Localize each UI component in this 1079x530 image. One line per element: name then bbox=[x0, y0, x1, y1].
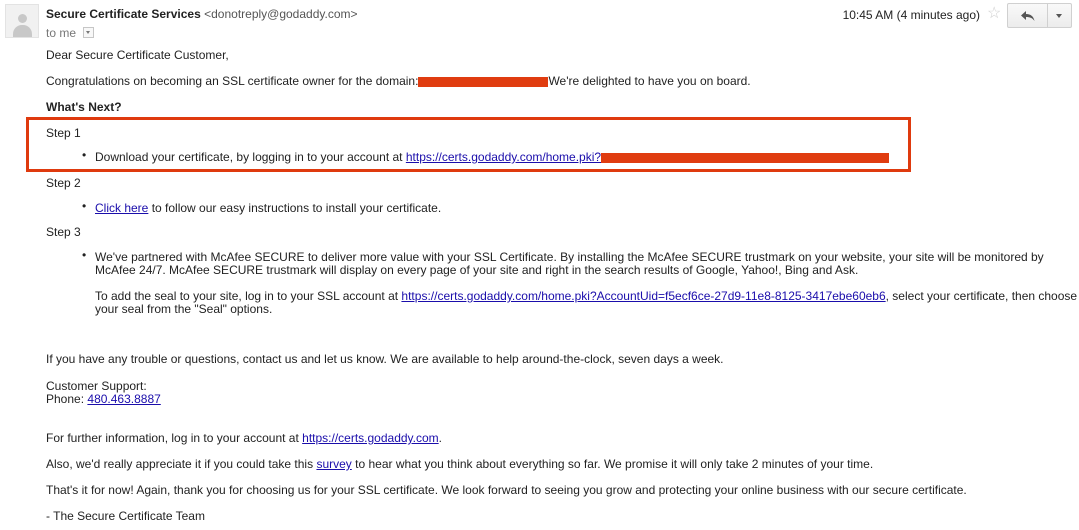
phone-label: Phone: bbox=[46, 392, 85, 406]
step3-line2: McAfee 24/7. McAfee SECURE trustmark wil… bbox=[95, 263, 859, 277]
phone-line: Phone: 480.463.8887 bbox=[46, 392, 161, 406]
intro-paragraph: Congratulations on becoming an SSL certi… bbox=[46, 74, 751, 88]
star-icon[interactable]: ☆ bbox=[987, 5, 1001, 23]
step2-item: Click here to follow our easy instructio… bbox=[95, 201, 441, 215]
further-text-after: . bbox=[438, 431, 442, 445]
support-label: Customer Support: bbox=[46, 379, 147, 393]
step2-text: to follow our easy instructions to insta… bbox=[151, 201, 442, 215]
greeting: Dear Secure Certificate Customer, bbox=[46, 48, 229, 62]
further-text-before: For further information, log in to your … bbox=[46, 431, 299, 445]
survey-text-after: to hear what you think about everything … bbox=[355, 457, 874, 471]
highlight-box bbox=[26, 117, 911, 172]
redacted-domain bbox=[418, 76, 549, 87]
message-timestamp: 10:45 AM (4 minutes ago) bbox=[842, 8, 980, 22]
reply-button[interactable] bbox=[1008, 4, 1048, 27]
phone-link[interactable]: 480.463.8887 bbox=[87, 392, 160, 406]
reply-icon bbox=[1020, 11, 1034, 22]
survey-text-before: Also, we'd really appreciate it if you c… bbox=[46, 457, 314, 471]
recipient-dropdown-icon[interactable] bbox=[83, 27, 95, 39]
more-dropdown-icon[interactable] bbox=[1048, 4, 1071, 27]
sender-name[interactable]: Secure Certificate Services bbox=[46, 7, 201, 21]
whats-next-heading: What's Next? bbox=[46, 100, 122, 114]
certs-home-link[interactable]: https://certs.godaddy.com bbox=[302, 431, 439, 445]
seal-text-before: To add the seal to your site, log in to … bbox=[95, 289, 399, 303]
click-here-link[interactable]: Click here bbox=[95, 201, 148, 215]
survey-paragraph: Also, we'd really appreciate it if you c… bbox=[46, 457, 873, 471]
step3-line1: We've partnered with McAfee SECURE to de… bbox=[95, 250, 1044, 264]
seal-account-link[interactable]: https://certs.godaddy.com/home.pki?Accou… bbox=[401, 289, 885, 303]
sender-email: <donotreply@godaddy.com> bbox=[204, 7, 358, 21]
intro-text-before: Congratulations on becoming an SSL certi… bbox=[46, 74, 419, 88]
to-me-label: to me bbox=[46, 26, 77, 40]
reply-button-group bbox=[1007, 3, 1072, 28]
further-info-paragraph: For further information, log in to your … bbox=[46, 431, 442, 445]
sender-line: Secure Certificate Services <donotreply@… bbox=[46, 7, 358, 21]
step3-title: Step 3 bbox=[46, 225, 81, 239]
intro-text-after: We're delighted to have you on board. bbox=[548, 74, 751, 88]
recipient-line: to me bbox=[46, 26, 95, 40]
thanks-paragraph: That's it for now! Again, thank you for … bbox=[46, 483, 967, 497]
seal-paragraph: To add the seal to your site, log in to … bbox=[95, 289, 1077, 303]
bullet-icon: • bbox=[82, 199, 87, 213]
bullet-icon: • bbox=[82, 248, 87, 262]
survey-link[interactable]: survey bbox=[316, 457, 351, 471]
signoff: - The Secure Certificate Team bbox=[46, 509, 205, 523]
seal-text-after: , select your certificate, then choose bbox=[885, 289, 1078, 303]
sender-avatar-icon[interactable] bbox=[5, 4, 39, 38]
step2-title: Step 2 bbox=[46, 176, 81, 190]
trouble-paragraph: If you have any trouble or questions, co… bbox=[46, 352, 724, 366]
seal-line2: your seal from the "Seal" options. bbox=[95, 302, 273, 316]
